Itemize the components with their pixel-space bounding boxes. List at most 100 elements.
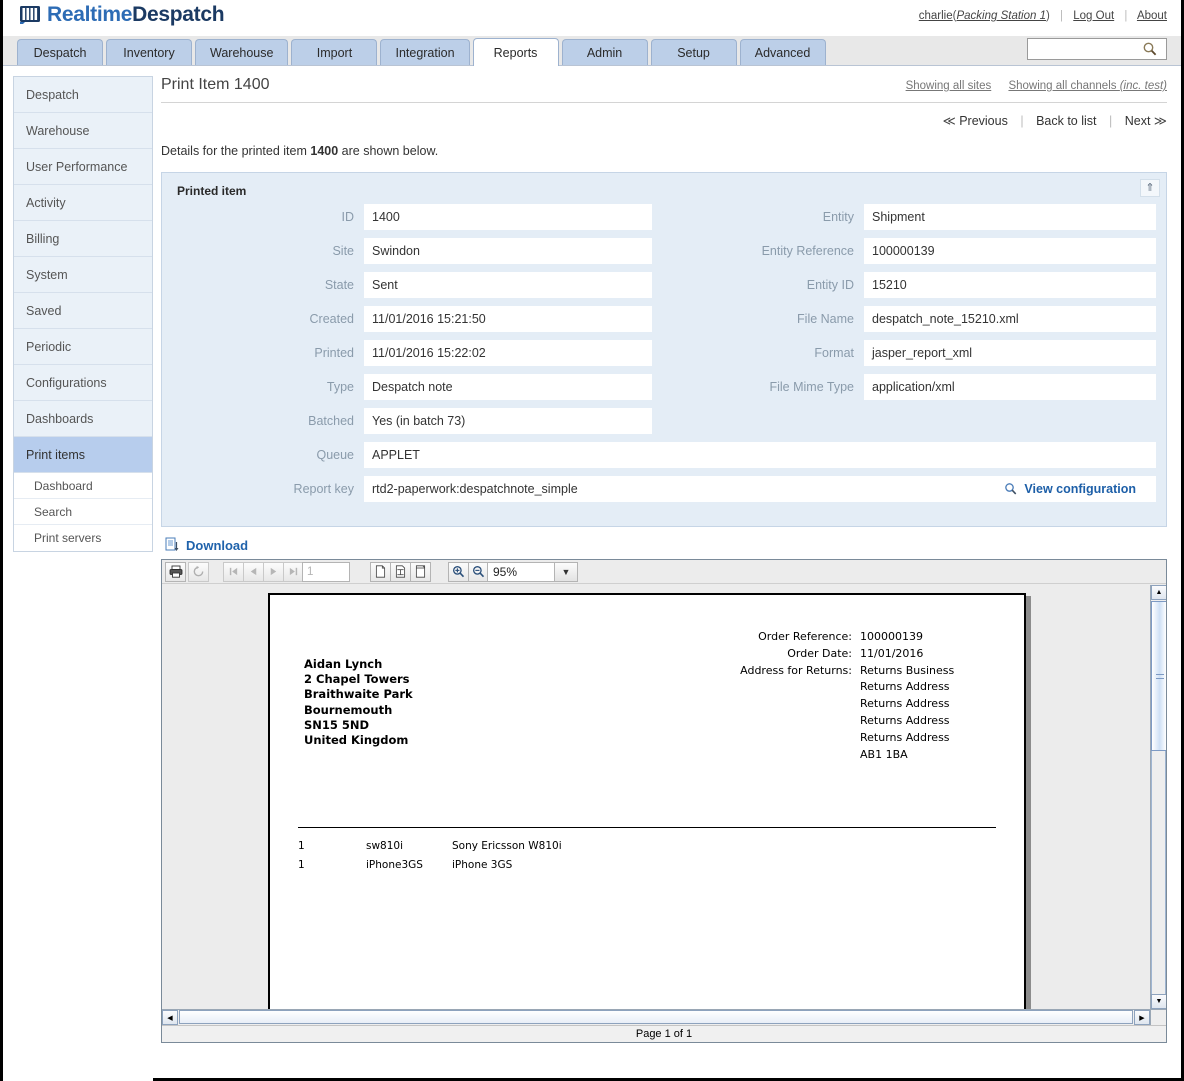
sidebar-item-print-items[interactable]: Print items (14, 437, 152, 473)
scroll-down-icon[interactable]: ▼ (1151, 994, 1166, 1009)
chevron-double-up-icon[interactable]: ⇑ (1140, 179, 1160, 197)
meta-row: Order Reference: 100000139 (690, 629, 1040, 646)
field-value[interactable]: Despatch note (364, 374, 652, 400)
tab-reports[interactable]: Reports (472, 38, 559, 66)
app-title: RealtimeDespatch (47, 3, 225, 27)
field-value[interactable]: application/xml (864, 374, 1156, 400)
zoom-out-icon[interactable] (468, 561, 489, 582)
showing-all-sites-link[interactable]: Showing all sites (906, 80, 992, 92)
field-value[interactable]: 15210 (864, 272, 1156, 298)
brand-first: Realtime (47, 3, 133, 26)
scrollbar-grip (1156, 674, 1164, 679)
field-value[interactable]: 11/01/2016 15:22:02 (364, 340, 652, 366)
previous-page-icon[interactable] (243, 561, 264, 582)
field-value[interactable]: 1400 (364, 204, 652, 230)
viewer-horizontal-scrollbar[interactable]: ◀ ▶ (162, 1009, 1150, 1025)
meta-label (690, 730, 860, 747)
global-search[interactable] (1027, 38, 1167, 60)
main-content: Print Item 1400 Showing all sites Showin… (153, 66, 1181, 1081)
logout-link[interactable]: Log Out (1073, 10, 1114, 22)
sidebar-item-periodic[interactable]: Periodic (14, 329, 152, 365)
field-value[interactable]: APPLET (364, 442, 1156, 468)
about-link[interactable]: About (1137, 10, 1167, 22)
record-navigation: ≪ Previous | Back to list | Next ≫ (161, 103, 1167, 132)
sidebar-item-system[interactable]: System (14, 257, 152, 293)
tab-warehouse[interactable]: Warehouse (195, 39, 289, 65)
field-value[interactable]: Shipment (864, 204, 1156, 230)
scroll-right-icon[interactable]: ▶ (1134, 1010, 1150, 1025)
search-icon[interactable] (1142, 41, 1158, 57)
user-bar-divider-1: | (1060, 10, 1064, 22)
page-body: Despatch Warehouse User Performance Acti… (3, 66, 1181, 1081)
tab-label: Advanced (754, 45, 811, 60)
vertical-scrollbar-thumb[interactable] (1151, 601, 1166, 751)
sidebar-item-label: Print items (26, 447, 86, 462)
previous-chevron-icon: ≪ (942, 114, 956, 128)
printer-icon[interactable] (165, 561, 186, 582)
zoom-level-input[interactable]: 95% (487, 561, 555, 582)
page-title: Print Item 1400 (161, 76, 270, 93)
field-value[interactable]: 100000139 (864, 238, 1156, 264)
sidebar-subitem-dashboard[interactable]: Dashboard (14, 473, 152, 499)
next-page-icon[interactable] (263, 561, 284, 582)
tab-setup[interactable]: Setup (650, 39, 737, 65)
sidebar-subitem-search[interactable]: Search (14, 499, 152, 525)
field-value[interactable]: despatch_note_15210.xml (864, 306, 1156, 332)
app-logo[interactable]: RealtimeDespatch (19, 3, 225, 27)
first-page-icon[interactable] (223, 561, 244, 582)
fit-width-icon[interactable] (390, 561, 411, 582)
intro-id: 1400 (310, 144, 339, 158)
sidebar-item-dashboards[interactable]: Dashboards (14, 401, 152, 437)
field-label: Type (326, 380, 354, 394)
tab-admin[interactable]: Admin (561, 39, 648, 65)
address-line: SN15 5ND (304, 717, 370, 732)
sidebar-item-saved[interactable]: Saved (14, 293, 152, 329)
tab-integration[interactable]: Integration (380, 39, 470, 65)
sidebar-item-billing[interactable]: Billing (14, 221, 152, 257)
showing-all-channels-link[interactable]: Showing all channels (inc. test) (1008, 80, 1167, 92)
last-page-icon[interactable] (283, 561, 304, 582)
tab-label: Despatch (33, 45, 87, 60)
scroll-up-icon[interactable]: ▲ (1151, 585, 1166, 600)
tab-advanced[interactable]: Advanced (739, 39, 826, 65)
sidebar-item-configurations[interactable]: Configurations (14, 365, 152, 401)
search-input[interactable] (1028, 40, 1140, 58)
field-value[interactable]: Swindon (364, 238, 652, 264)
tab-import[interactable]: Import (291, 39, 378, 65)
tab-despatch[interactable]: Despatch (17, 39, 103, 65)
field-value[interactable]: Yes (in batch 73) (364, 408, 652, 434)
document-download-icon[interactable] (165, 537, 179, 553)
back-to-list-link[interactable]: Back to list (1036, 114, 1096, 128)
horizontal-scrollbar-thumb[interactable] (179, 1010, 1133, 1024)
sidebar-item-warehouse[interactable]: Warehouse (14, 113, 152, 149)
field-label: File Mime Type (769, 380, 854, 394)
next-link[interactable]: Next (1125, 114, 1151, 128)
view-configuration-link[interactable]: View configuration (1004, 482, 1148, 496)
field-value[interactable]: jasper_report_xml (864, 340, 1156, 366)
meta-value: Returns Address (860, 713, 950, 727)
sidebar-item-despatch[interactable]: Despatch (14, 77, 152, 113)
sidebar-item-user-performance[interactable]: User Performance (14, 149, 152, 185)
tab-inventory[interactable]: Inventory (106, 39, 192, 65)
vertical-scrollbar-track[interactable] (1151, 751, 1166, 994)
fit-page-icon[interactable] (410, 561, 431, 582)
sidebar-subitem-print-servers[interactable]: Print servers (14, 525, 152, 551)
field-entity-id: Entity ID 15210 (664, 272, 1156, 298)
actual-size-icon[interactable] (370, 561, 391, 582)
page-number-input[interactable]: 1 (302, 561, 350, 582)
scroll-left-icon[interactable]: ◀ (162, 1010, 178, 1025)
zoom-in-icon[interactable] (448, 561, 469, 582)
viewer-vertical-scrollbar[interactable]: ▲ ▼ (1150, 585, 1166, 1009)
field-value[interactable]: 11/01/2016 15:21:50 (364, 306, 652, 332)
previous-link[interactable]: Previous (959, 114, 1008, 128)
field-queue: Queue APPLET (172, 442, 1156, 468)
reload-icon[interactable] (188, 561, 209, 582)
chevron-down-icon[interactable]: ▼ (554, 561, 578, 582)
sidebar-item-label: Configurations (26, 375, 107, 390)
sidebar: Despatch Warehouse User Performance Acti… (3, 66, 153, 1081)
station-link[interactable]: Packing Station 1 (956, 10, 1046, 22)
user-name-link[interactable]: charlie (919, 10, 953, 22)
field-value[interactable]: Sent (364, 272, 652, 298)
sidebar-item-activity[interactable]: Activity (14, 185, 152, 221)
download-link[interactable]: Download (186, 538, 248, 553)
